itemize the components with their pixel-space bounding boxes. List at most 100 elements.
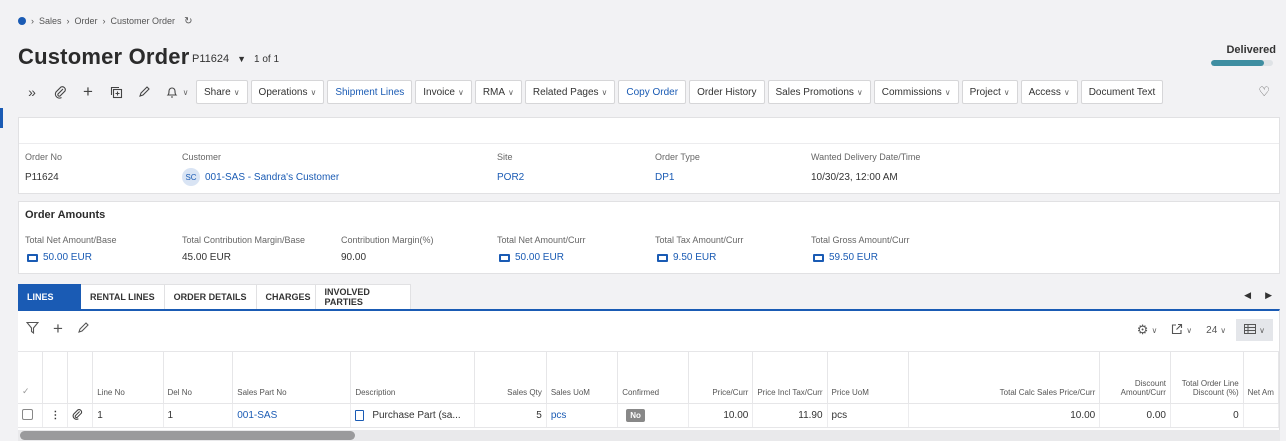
toolbar-button-label: Related Pages <box>532 86 599 98</box>
sales-promotions-button[interactable]: Sales Promotions ∨ <box>767 80 871 104</box>
col-total-order-line-discount[interactable]: Total Order Line Discount (%) <box>1170 351 1244 404</box>
access-button[interactable]: Access ∨ <box>1020 80 1078 104</box>
col-line-no[interactable]: Line No <box>92 351 164 404</box>
order-header-panel: Order No P11624 Customer SC 001-SAS - Sa… <box>18 117 1280 194</box>
grid-toolbar-right: ⚙ ∨ ∨ 24 ∨ ∨ <box>1133 319 1273 341</box>
total-tax-curr-value[interactable]: 9.50 EUR <box>657 252 716 263</box>
home-icon[interactable] <box>18 17 26 25</box>
record-selector[interactable]: P11624 ▼ 1 of 1 <box>192 53 279 65</box>
cell-discount-amount: 0.00 <box>1099 403 1171 428</box>
document-text-button[interactable]: Document Text <box>1080 80 1164 104</box>
commissions-button[interactable]: Commissions ∨ <box>873 80 959 104</box>
breadcrumb-order[interactable]: Order <box>75 16 98 26</box>
breadcrumb-sales[interactable]: Sales <box>39 16 62 26</box>
col-del-no[interactable]: Del No <box>163 351 234 404</box>
chevron-down-icon: ∨ <box>1220 325 1227 335</box>
refresh-icon[interactable]: ↻ <box>184 16 192 27</box>
col-description[interactable]: Description <box>350 351 475 404</box>
more-vertical-icon[interactable]: ⋮ <box>50 410 60 421</box>
toolbar-button-label: RMA <box>482 86 506 98</box>
toolbar-button-label: Order History <box>697 86 757 98</box>
col-discount-amount[interactable]: Discount Amount/Curr <box>1099 351 1171 404</box>
view-mode-menu[interactable]: ∨ <box>1236 319 1273 341</box>
duplicate-icon[interactable] <box>102 80 130 104</box>
tab-scroll-left-icon[interactable]: ◀ <box>1244 290 1251 301</box>
col-price-curr[interactable]: Price/Curr <box>688 351 754 404</box>
operations-button[interactable]: Operations ∨ <box>250 80 325 104</box>
total-tax-curr-amount[interactable]: 9.50 EUR <box>673 252 716 263</box>
customer-link[interactable]: 001-SAS - Sandra's Customer <box>205 172 339 183</box>
chevron-down-icon: ∨ <box>1151 325 1158 335</box>
rma-button[interactable]: RMA ∨ <box>474 80 522 104</box>
share-button[interactable]: Share ∨ <box>196 80 248 104</box>
page-size-select[interactable]: 24 ∨ <box>1202 319 1230 341</box>
table-row[interactable]: ⋮ 1 1 001-SAS Purchase Part (sa... 5 pcs… <box>18 403 1280 428</box>
order-history-button[interactable]: Order History <box>689 80 765 104</box>
row-menu[interactable]: ⋮ <box>42 403 69 428</box>
tab-scroll-right-icon[interactable]: ▶ <box>1265 290 1272 301</box>
col-total-calc-price[interactable]: Total Calc Sales Price/Curr <box>908 351 1101 404</box>
add-icon[interactable]: + <box>74 80 102 104</box>
row-checkbox[interactable] <box>18 403 44 428</box>
edit-icon[interactable] <box>130 80 158 104</box>
total-net-curr-label: Total Net Amount/Curr <box>497 235 586 245</box>
add-line-icon[interactable]: + <box>53 319 63 339</box>
total-net-base-amount[interactable]: 50.00 EUR <box>43 252 92 263</box>
related-pages-button[interactable]: Related Pages ∨ <box>524 80 616 104</box>
total-gross-curr-value[interactable]: 59.50 EUR <box>813 252 878 263</box>
cell-net-amount <box>1243 403 1280 428</box>
tab-charges[interactable]: CHARGES <box>256 284 316 310</box>
col-price-incl-tax[interactable]: Price Incl Tax/Curr <box>752 351 828 404</box>
select-all-header[interactable]: ✓ <box>18 351 44 404</box>
col-confirmed[interactable]: Confirmed <box>617 351 690 404</box>
col-sales-uom[interactable]: Sales UoM <box>546 351 619 404</box>
active-indicator <box>0 108 3 128</box>
site-value[interactable]: POR2 <box>497 172 524 183</box>
tab-lines[interactable]: LINES <box>18 284 81 310</box>
total-net-base-value[interactable]: 50.00 EUR <box>27 252 92 263</box>
document-icon[interactable] <box>355 409 365 421</box>
expand-icon[interactable]: » <box>18 80 46 104</box>
check-icon[interactable]: ✓ <box>22 386 30 396</box>
attachment-icon[interactable] <box>46 80 74 104</box>
tab-rental-lines[interactable]: RENTAL LINES <box>81 284 165 310</box>
customer-label: Customer <box>182 152 222 162</box>
cell-sales-part-no[interactable]: 001-SAS <box>232 403 352 428</box>
cell-sales-uom[interactable]: pcs <box>546 403 619 428</box>
total-net-curr-amount[interactable]: 50.00 EUR <box>515 252 564 263</box>
total-net-curr-value[interactable]: 50.00 EUR <box>499 252 564 263</box>
caret-down-icon[interactable]: ▼ <box>237 54 246 64</box>
edit-line-icon[interactable] <box>77 321 89 338</box>
status-progress-fill <box>1211 60 1264 66</box>
horizontal-scrollbar[interactable] <box>20 431 355 440</box>
order-type-value[interactable]: DP1 <box>655 172 674 183</box>
col-sales-qty[interactable]: Sales Qty <box>474 351 547 404</box>
copy-order-button[interactable]: Copy Order <box>618 80 687 104</box>
wanted-delivery-label: Wanted Delivery Date/Time <box>811 152 921 162</box>
row-attachment[interactable] <box>67 403 94 428</box>
col-price-uom[interactable]: Price UoM <box>827 351 909 404</box>
tab-involved-parties[interactable]: INVOLVED PARTIES <box>315 284 411 310</box>
toolbar-buttons: Share ∨ Operations ∨ Shipment Lines Invoice ∨ R… <box>196 80 1166 104</box>
shipment-lines-button[interactable]: Shipment Lines <box>327 80 413 104</box>
chevron-down-icon: ∨ <box>1063 87 1070 97</box>
customer-value[interactable]: SC 001-SAS - Sandra's Customer <box>182 168 339 186</box>
bell-icon[interactable]: ∨ <box>158 80 196 104</box>
checkbox[interactable] <box>22 408 33 420</box>
chevron-down-icon: ∨ <box>1186 325 1193 335</box>
attachment-icon[interactable] <box>72 408 83 423</box>
tab-order-details[interactable]: ORDER DETAILS <box>164 284 257 310</box>
project-button[interactable]: Project ∨ <box>961 80 1018 104</box>
settings-menu[interactable]: ⚙ ∨ <box>1133 319 1162 341</box>
invoice-button[interactable]: Invoice ∨ <box>415 80 472 104</box>
col-sales-part-no[interactable]: Sales Part No <box>232 351 352 404</box>
total-gross-curr-amount[interactable]: 59.50 EUR <box>829 252 878 263</box>
order-no-value: P11624 <box>25 172 59 183</box>
record-number: P11624 <box>192 53 230 65</box>
favorite-icon[interactable]: ♡ <box>1258 84 1270 100</box>
chevron-down-icon: ∨ <box>856 87 863 97</box>
filter-icon[interactable] <box>25 321 40 338</box>
cell-price-incl-tax: 11.90 <box>752 403 828 428</box>
export-menu[interactable]: ∨ <box>1167 319 1196 341</box>
col-net-amount[interactable]: Net Am <box>1243 351 1280 404</box>
